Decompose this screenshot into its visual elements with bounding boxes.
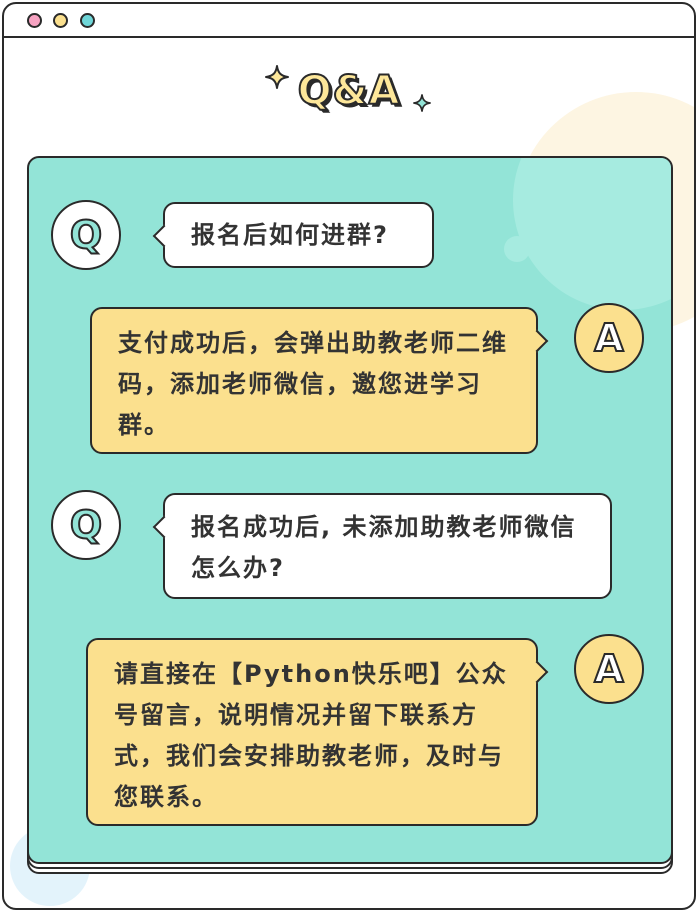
question-bubble: 报名后如何进群?: [152, 202, 434, 268]
question-badge-icon: Q: [51, 490, 121, 560]
question-text: 报名后如何进群?: [191, 221, 389, 249]
question-bubble: 报名成功后, 未添加助教老师微信怎么办?: [152, 493, 612, 599]
answer-text: 请直接在【Python快乐吧】公众号留言，说明情况并留下联系方式，我们会安排助教…: [114, 660, 508, 811]
question-text: 报名成功后, 未添加助教老师微信怎么办?: [191, 513, 577, 582]
answer-text: 支付成功后，会弹出助教老师二维码，添加老师微信，邀您进学习群。: [118, 329, 508, 439]
answer-badge-icon: A: [574, 303, 644, 373]
card-decor-dot: [504, 236, 530, 262]
answer-bubble: 支付成功后，会弹出助教老师二维码，添加老师微信，邀您进学习群。: [90, 307, 549, 454]
answer-badge-icon: A: [574, 634, 644, 704]
window-dot-pink: [27, 13, 42, 28]
page-title: Q&A: [297, 67, 401, 115]
question-badge-icon: Q: [51, 200, 121, 270]
faq-card: Q 报名后如何进群? 支付成功后，会弹出助教老师二维码，添加老师微信，邀您进学习…: [27, 156, 673, 864]
window-titlebar: [4, 4, 694, 38]
window-dot-teal: [80, 13, 95, 28]
window-dot-yellow: [53, 13, 68, 28]
card-decor-circle: [513, 158, 671, 310]
answer-bubble: 请直接在【Python快乐吧】公众号留言，说明情况并留下联系方式，我们会安排助教…: [86, 638, 549, 826]
